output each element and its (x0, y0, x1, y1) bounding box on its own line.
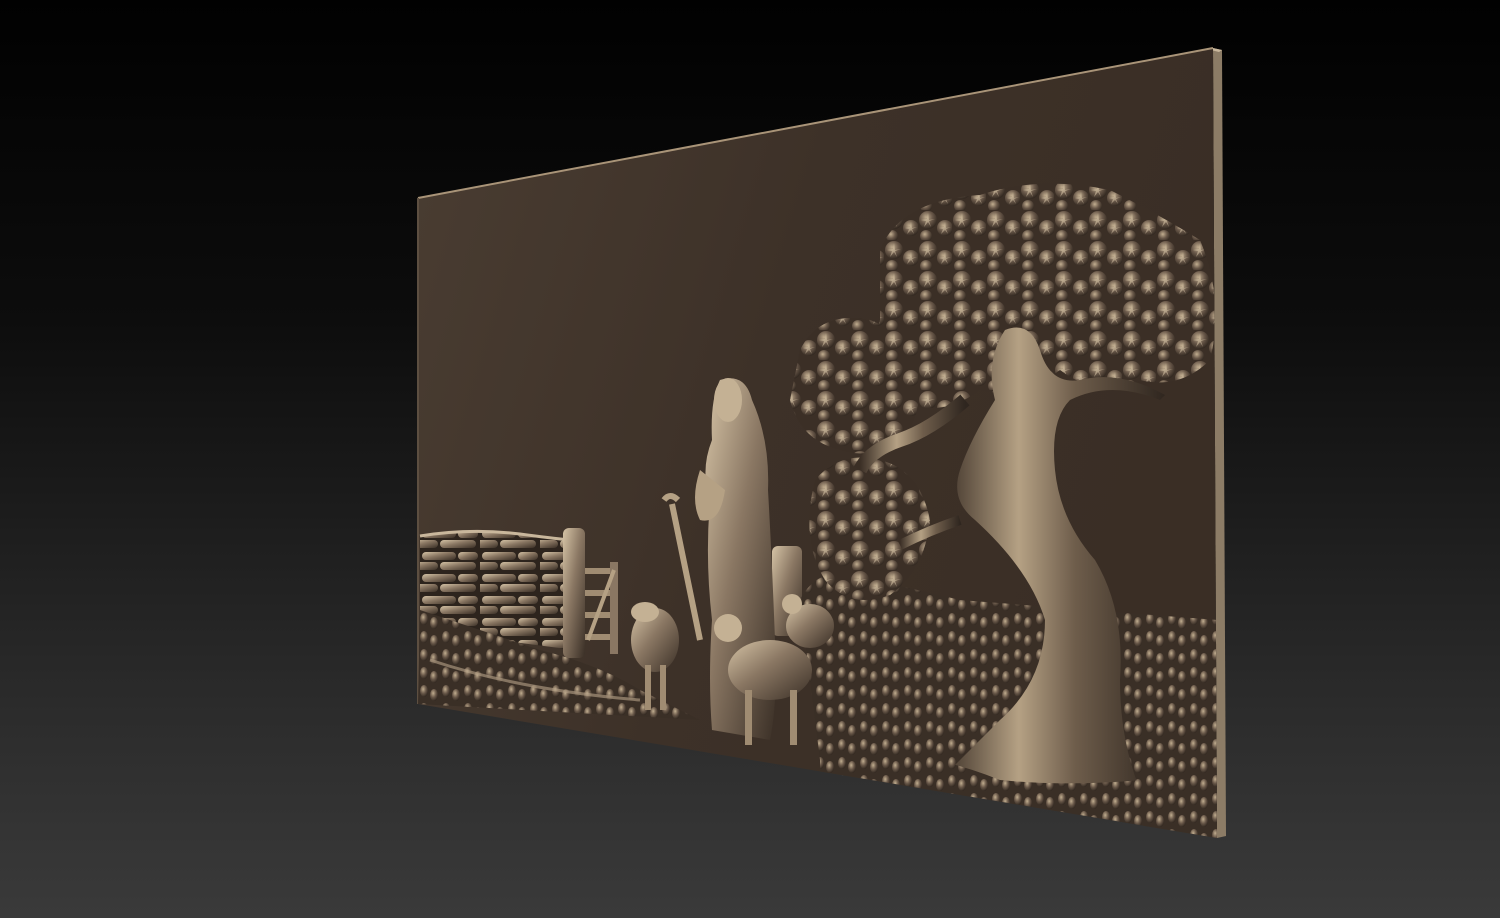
render-viewport (0, 0, 1500, 918)
relief-panel-render (417, 47, 1226, 838)
